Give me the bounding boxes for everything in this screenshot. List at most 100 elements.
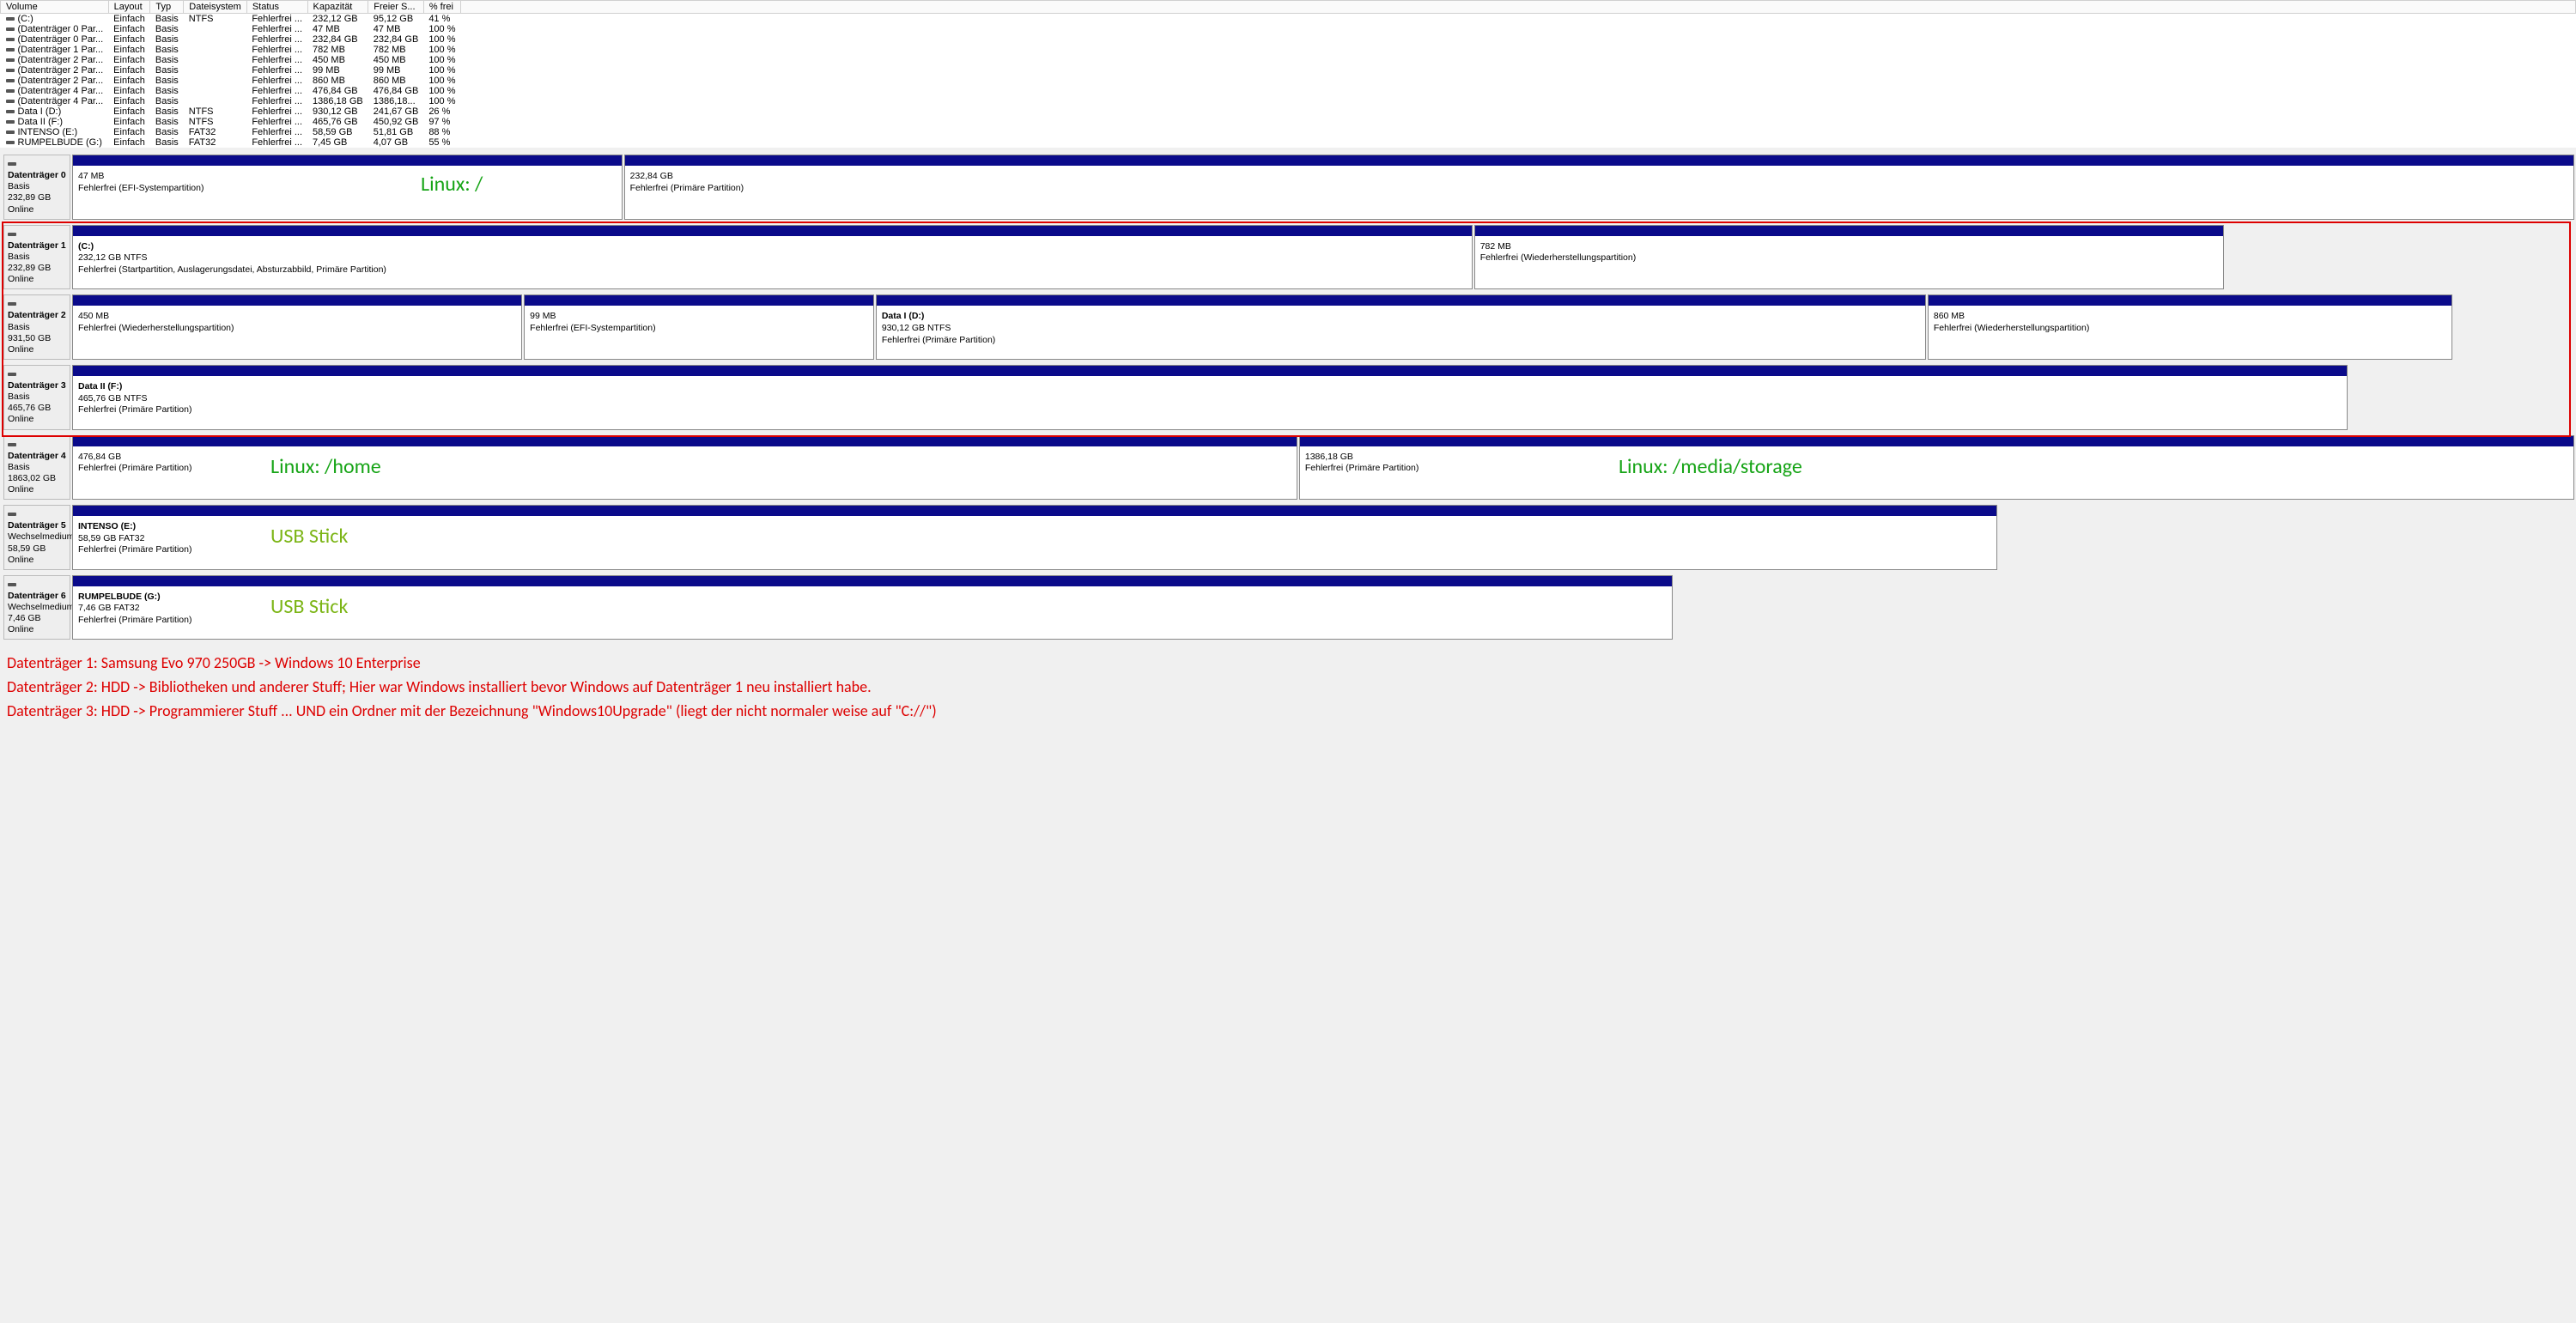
- volume-icon: [6, 130, 15, 134]
- disk-info-panel[interactable]: Datenträger 0Basis232,89 GBOnline: [3, 155, 70, 220]
- partition-status: Fehlerfrei (Startpartition, Auslagerungs…: [78, 264, 1467, 276]
- disk-icon: [8, 233, 16, 236]
- partition[interactable]: 782 MBFehlerfrei (Wiederherstellungspart…: [1474, 225, 2225, 290]
- volume-row[interactable]: (Datenträger 2 Par...EinfachBasisFehlerf…: [1, 65, 2576, 76]
- partition-size: 930,12 GB NTFS: [882, 323, 1920, 335]
- disk-title: Datenträger 5: [8, 520, 66, 531]
- disk-state: Online: [8, 414, 66, 425]
- disk-state: Online: [8, 204, 66, 215]
- volume-row[interactable]: (Datenträger 2 Par...EinfachBasisFehlerf…: [1, 55, 2576, 65]
- volume-row[interactable]: (Datenträger 0 Par...EinfachBasisFehlerf…: [1, 34, 2576, 45]
- partition[interactable]: Data II (F:)465,76 GB NTFSFehlerfrei (Pr…: [72, 365, 2348, 430]
- partition[interactable]: 232,84 GBFehlerfrei (Primäre Partition): [624, 155, 2574, 220]
- partition[interactable]: RUMPELBUDE (G:)7,46 GB FAT32Fehlerfrei (…: [72, 575, 1673, 640]
- column-header[interactable]: Typ: [150, 1, 184, 14]
- partition-container: RUMPELBUDE (G:)7,46 GB FAT32Fehlerfrei (…: [72, 575, 2573, 640]
- note-line: Datenträger 3: HDD -> Programmierer Stuf…: [7, 700, 2569, 724]
- partition[interactable]: 47 MBFehlerfrei (EFI-Systempartition): [72, 155, 623, 220]
- volume-row[interactable]: (C:)EinfachBasisNTFSFehlerfrei ...232,12…: [1, 14, 2576, 25]
- disk-info-panel[interactable]: Datenträger 5Wechselmedium58,59 GBOnline: [3, 505, 70, 570]
- disk-capacity: 7,46 GB: [8, 613, 66, 624]
- partition-color-bar: [73, 366, 2347, 376]
- partition-container: 47 MBFehlerfrei (EFI-Systempartition)232…: [72, 155, 2573, 220]
- disk-title: Datenträger 2: [8, 310, 66, 320]
- volume-name: (Datenträger 0 Par...: [18, 34, 104, 45]
- partition-color-bar: [625, 155, 2573, 166]
- volume-row[interactable]: (Datenträger 1 Par...EinfachBasisFehlerf…: [1, 45, 2576, 55]
- volume-row[interactable]: (Datenträger 0 Par...EinfachBasisFehlerf…: [1, 24, 2576, 34]
- column-header[interactable]: % frei: [423, 1, 460, 14]
- disk-info-panel[interactable]: Datenträger 4Basis1863,02 GBOnline: [3, 435, 70, 501]
- column-header[interactable]: Status: [246, 1, 307, 14]
- disk-info-panel[interactable]: Datenträger 1Basis232,89 GBOnline: [3, 225, 70, 290]
- volume-icon: [6, 100, 15, 103]
- disk-capacity: 58,59 GB: [8, 543, 66, 555]
- disk-icon: [8, 162, 16, 166]
- column-header[interactable]: Volume: [1, 1, 109, 14]
- partition[interactable]: 1386,18 GBFehlerfrei (Primäre Partition): [1299, 435, 2574, 501]
- partition-color-bar: [1929, 295, 2452, 306]
- partition[interactable]: 476,84 GBFehlerfrei (Primäre Partition): [72, 435, 1297, 501]
- disk-info-panel[interactable]: Datenträger 2Basis931,50 GBOnline: [3, 294, 70, 360]
- partition[interactable]: 450 MBFehlerfrei (Wiederherstellungspart…: [72, 294, 522, 360]
- partition[interactable]: (C:)232,12 GB NTFSFehlerfrei (Startparti…: [72, 225, 1473, 290]
- disk-capacity: 465,76 GB: [8, 403, 66, 414]
- partition[interactable]: 860 MBFehlerfrei (Wiederherstellungspart…: [1928, 294, 2453, 360]
- disk-row: Datenträger 4Basis1863,02 GBOnline476,84…: [3, 435, 2573, 501]
- volume-icon: [6, 141, 15, 144]
- volume-row[interactable]: (Datenträger 4 Par...EinfachBasisFehlerf…: [1, 96, 2576, 106]
- volume-row[interactable]: Data II (F:)EinfachBasisNTFSFehlerfrei .…: [1, 117, 2576, 127]
- column-header[interactable]: Dateisystem: [184, 1, 247, 14]
- disk-row: Datenträger 3Basis465,76 GBOnlineData II…: [3, 365, 2573, 430]
- volume-name: INTENSO (E:): [18, 127, 78, 137]
- partition-size: 58,59 GB FAT32: [78, 533, 1991, 545]
- volume-name: (Datenträger 2 Par...: [18, 55, 104, 65]
- disk-state: Online: [8, 274, 66, 285]
- partition-status: Fehlerfrei (Wiederherstellungspartition): [1480, 252, 2219, 264]
- partition-container: 450 MBFehlerfrei (Wiederherstellungspart…: [72, 294, 2573, 360]
- disk-info-panel[interactable]: Datenträger 6Wechselmedium7,46 GBOnline: [3, 575, 70, 640]
- disk-state: Online: [8, 344, 66, 355]
- volume-row[interactable]: (Datenträger 4 Par...EinfachBasisFehlerf…: [1, 86, 2576, 96]
- partition[interactable]: INTENSO (E:)58,59 GB FAT32Fehlerfrei (Pr…: [72, 505, 1997, 570]
- disk-icon: [8, 443, 16, 446]
- partition-color-bar: [1475, 226, 2224, 236]
- partition-size: 476,84 GB: [78, 452, 1291, 464]
- disk-title: Datenträger 1: [8, 240, 66, 251]
- volume-row[interactable]: RUMPELBUDE (G:)EinfachBasisFAT32Fehlerfr…: [1, 137, 2576, 148]
- volume-table[interactable]: VolumeLayoutTypDateisystemStatusKapazitä…: [0, 0, 2576, 148]
- partition-container: INTENSO (E:)58,59 GB FAT32Fehlerfrei (Pr…: [72, 505, 2573, 570]
- disk-capacity: 931,50 GB: [8, 333, 66, 344]
- column-header[interactable]: Layout: [108, 1, 150, 14]
- partition-status: Fehlerfrei (Primäre Partition): [630, 183, 2568, 195]
- disk-title: Datenträger 6: [8, 591, 66, 601]
- volume-icon: [6, 38, 15, 41]
- partition-size: 860 MB: [1934, 311, 2447, 323]
- disk-row: Datenträger 5Wechselmedium58,59 GBOnline…: [3, 505, 2573, 570]
- partition-status: Fehlerfrei (Primäre Partition): [78, 404, 2342, 416]
- volume-row[interactable]: INTENSO (E:)EinfachBasisFAT32Fehlerfrei …: [1, 127, 2576, 137]
- partition[interactable]: 99 MBFehlerfrei (EFI-Systempartition): [524, 294, 874, 360]
- annotation-notes: Datenträger 1: Samsung Evo 970 250GB -> …: [0, 643, 2576, 732]
- volume-row[interactable]: Data I (D:)EinfachBasisNTFSFehlerfrei ..…: [1, 106, 2576, 117]
- partition-status: Fehlerfrei (Wiederherstellungspartition): [78, 323, 516, 335]
- disk-type: Basis: [8, 462, 66, 473]
- volume-name: (Datenträger 2 Par...: [18, 76, 104, 86]
- volume-name: Data II (F:): [18, 117, 64, 127]
- partition-size: 99 MB: [530, 311, 868, 323]
- volume-name: Data I (D:): [18, 106, 62, 117]
- partition-color-bar: [525, 295, 873, 306]
- partition-status: Fehlerfrei (Primäre Partition): [78, 544, 1991, 556]
- partition-name: (C:): [78, 241, 1467, 253]
- column-header[interactable]: Kapazität: [307, 1, 368, 14]
- disk-info-panel[interactable]: Datenträger 3Basis465,76 GBOnline: [3, 365, 70, 430]
- volume-icon: [6, 79, 15, 82]
- disk-state: Online: [8, 484, 66, 495]
- column-header[interactable]: Freier S...: [368, 1, 424, 14]
- volume-icon: [6, 58, 15, 62]
- partition[interactable]: Data I (D:)930,12 GB NTFSFehlerfrei (Pri…: [876, 294, 1926, 360]
- volume-row[interactable]: (Datenträger 2 Par...EinfachBasisFehlerf…: [1, 76, 2576, 86]
- volume-icon: [6, 27, 15, 31]
- disk-row: Datenträger 0Basis232,89 GBOnline47 MBFe…: [3, 155, 2573, 220]
- partition-status: Fehlerfrei (Primäre Partition): [882, 335, 1920, 347]
